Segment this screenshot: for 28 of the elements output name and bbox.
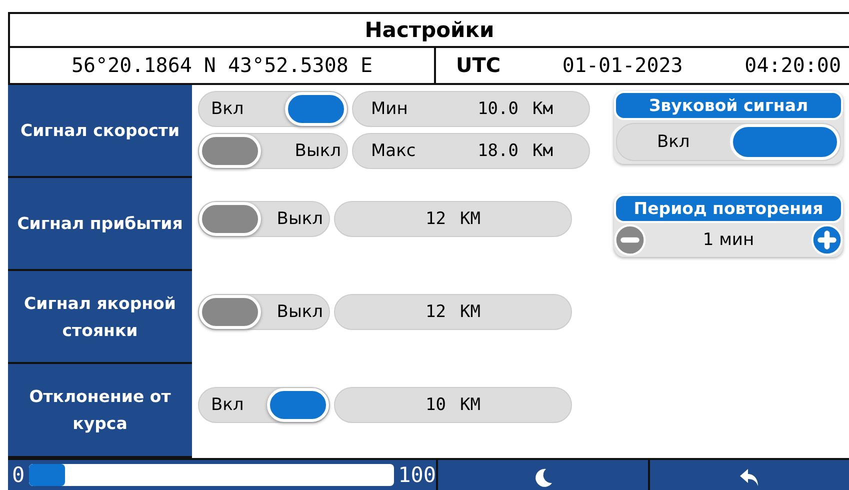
toggle-switch[interactable]: Выкл [198,200,330,236]
screen-title: Настройки [8,12,849,48]
toggle-switch[interactable]: Вкл [198,387,330,423]
value-field[interactable]: 10 КМ [334,387,572,423]
timezone-label: UTC [456,53,501,78]
sound-heading: Звуковой сигнал [614,91,843,120]
minus-icon[interactable] [614,224,646,256]
repeat-value: 1 мин [702,230,754,250]
date-text: 01-01-2023 [562,53,683,78]
alarm-label: Сигнал якорной стоянки [8,271,192,364]
repeat-heading: Период повторения [614,194,843,223]
slider-min-label: 0 [12,463,25,487]
alarm-label: Сигнал прибытия [8,178,192,271]
value-field[interactable]: Мин 10.0 Км [352,91,590,127]
alarm-label: Отклонение от курса [8,364,192,458]
plus-icon[interactable] [811,224,843,256]
value-field[interactable]: 12 КМ [334,200,572,236]
value-field[interactable]: 12 КМ [334,294,572,330]
brightness-slider[interactable] [28,464,394,486]
toggle-switch[interactable]: Вкл [616,123,841,161]
toggle-switch[interactable]: Вкл [198,91,348,127]
coordinates: 56°20.1864 N 43°52.5308 E [10,48,436,83]
slider-max-label: 100 [398,463,436,487]
toggle-switch[interactable]: Выкл [198,133,348,169]
time-text: 04:20:00 [744,53,841,78]
toggle-switch[interactable]: Выкл [198,294,330,330]
value-field[interactable]: Макс 18.0 Км [352,133,590,169]
alarm-label: Сигнал скорости [8,85,192,178]
